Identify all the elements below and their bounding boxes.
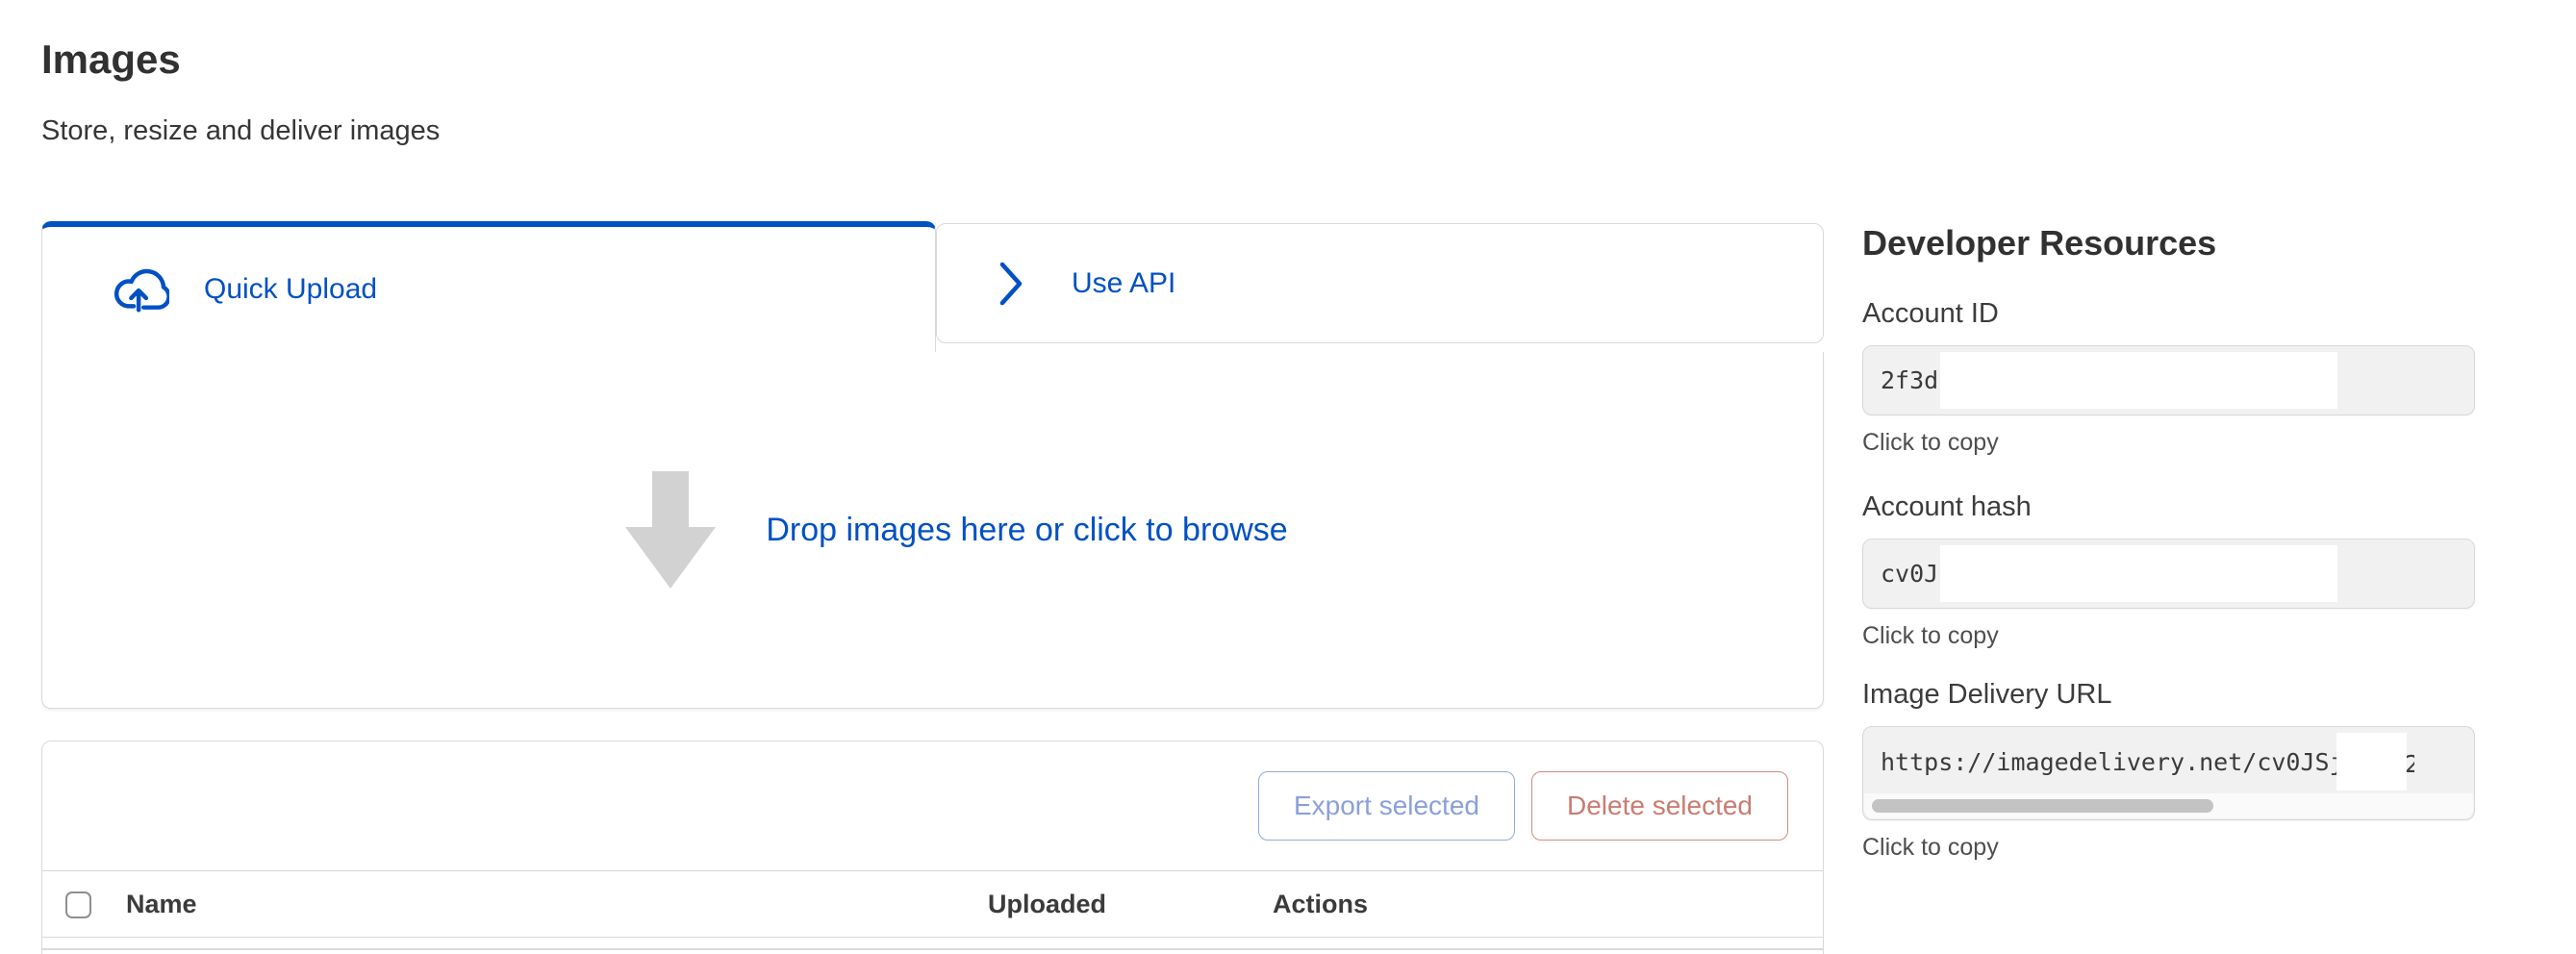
account-id-label: Account ID (1862, 298, 2475, 330)
column-header-actions: Actions (1273, 871, 1368, 938)
account-hash-value: cv0J (1881, 560, 1938, 588)
arrow-down-icon (625, 471, 716, 589)
page-subtitle: Store, resize and deliver images (41, 115, 440, 147)
redaction-overlay (1940, 545, 2337, 602)
delivery-url-value: https://imagedelivery.net/cv0JSj (1881, 748, 2344, 776)
tab-quick-upload[interactable]: Quick Upload (41, 221, 936, 352)
image-list-card: Export selected Delete selected Name Upl… (41, 741, 1824, 954)
page-title: Images (41, 37, 181, 83)
redaction-overlay (2336, 733, 2407, 791)
table-row (42, 938, 1823, 950)
dropzone[interactable]: Drop images here or click to browse (41, 352, 1824, 709)
chevron-right-icon (998, 261, 1023, 307)
developer-resources-panel: Developer Resources Account ID 2f3d Clic… (1862, 223, 2475, 862)
upload-tabs-container: Quick Upload Use API Drop images here or… (41, 221, 1824, 709)
select-all-checkbox[interactable] (65, 891, 91, 918)
delivery-url-field[interactable]: https://imagedelivery.net/cv0JSj 2 (1862, 726, 2475, 820)
export-selected-button[interactable]: Export selected (1258, 771, 1515, 841)
tab-use-api[interactable]: Use API (936, 223, 1824, 343)
horizontal-scrollbar-track (1864, 793, 2473, 818)
column-header-name: Name (126, 871, 197, 938)
horizontal-scrollbar-thumb[interactable] (1872, 799, 2213, 813)
delivery-url-partial-char: 2 (2405, 750, 2414, 785)
account-hash-label: Account hash (1862, 491, 2475, 523)
account-hash-field[interactable]: cv0J (1862, 539, 2475, 609)
account-id-value: 2f3d (1881, 366, 1938, 394)
account-hash-copy-hint: Click to copy (1862, 622, 2475, 650)
account-id-copy-hint: Click to copy (1862, 429, 2475, 457)
column-header-uploaded: Uploaded (988, 871, 1106, 938)
delivery-url-label: Image Delivery URL (1862, 679, 2475, 711)
tab-quick-upload-label: Quick Upload (204, 273, 377, 306)
tab-use-api-label: Use API (1072, 267, 1175, 300)
table-header-row: Name Uploaded Actions (42, 871, 1823, 938)
developer-resources-heading: Developer Resources (1862, 223, 2475, 264)
account-id-field[interactable]: 2f3d (1862, 345, 2475, 415)
redaction-overlay (1940, 352, 2337, 409)
dropzone-label: Drop images here or click to browse (766, 512, 1287, 549)
delete-selected-button[interactable]: Delete selected (1531, 771, 1788, 841)
bulk-actions-row: Export selected Delete selected (42, 741, 1823, 871)
cloud-upload-icon (108, 265, 169, 314)
delivery-url-copy-hint: Click to copy (1862, 834, 2475, 862)
